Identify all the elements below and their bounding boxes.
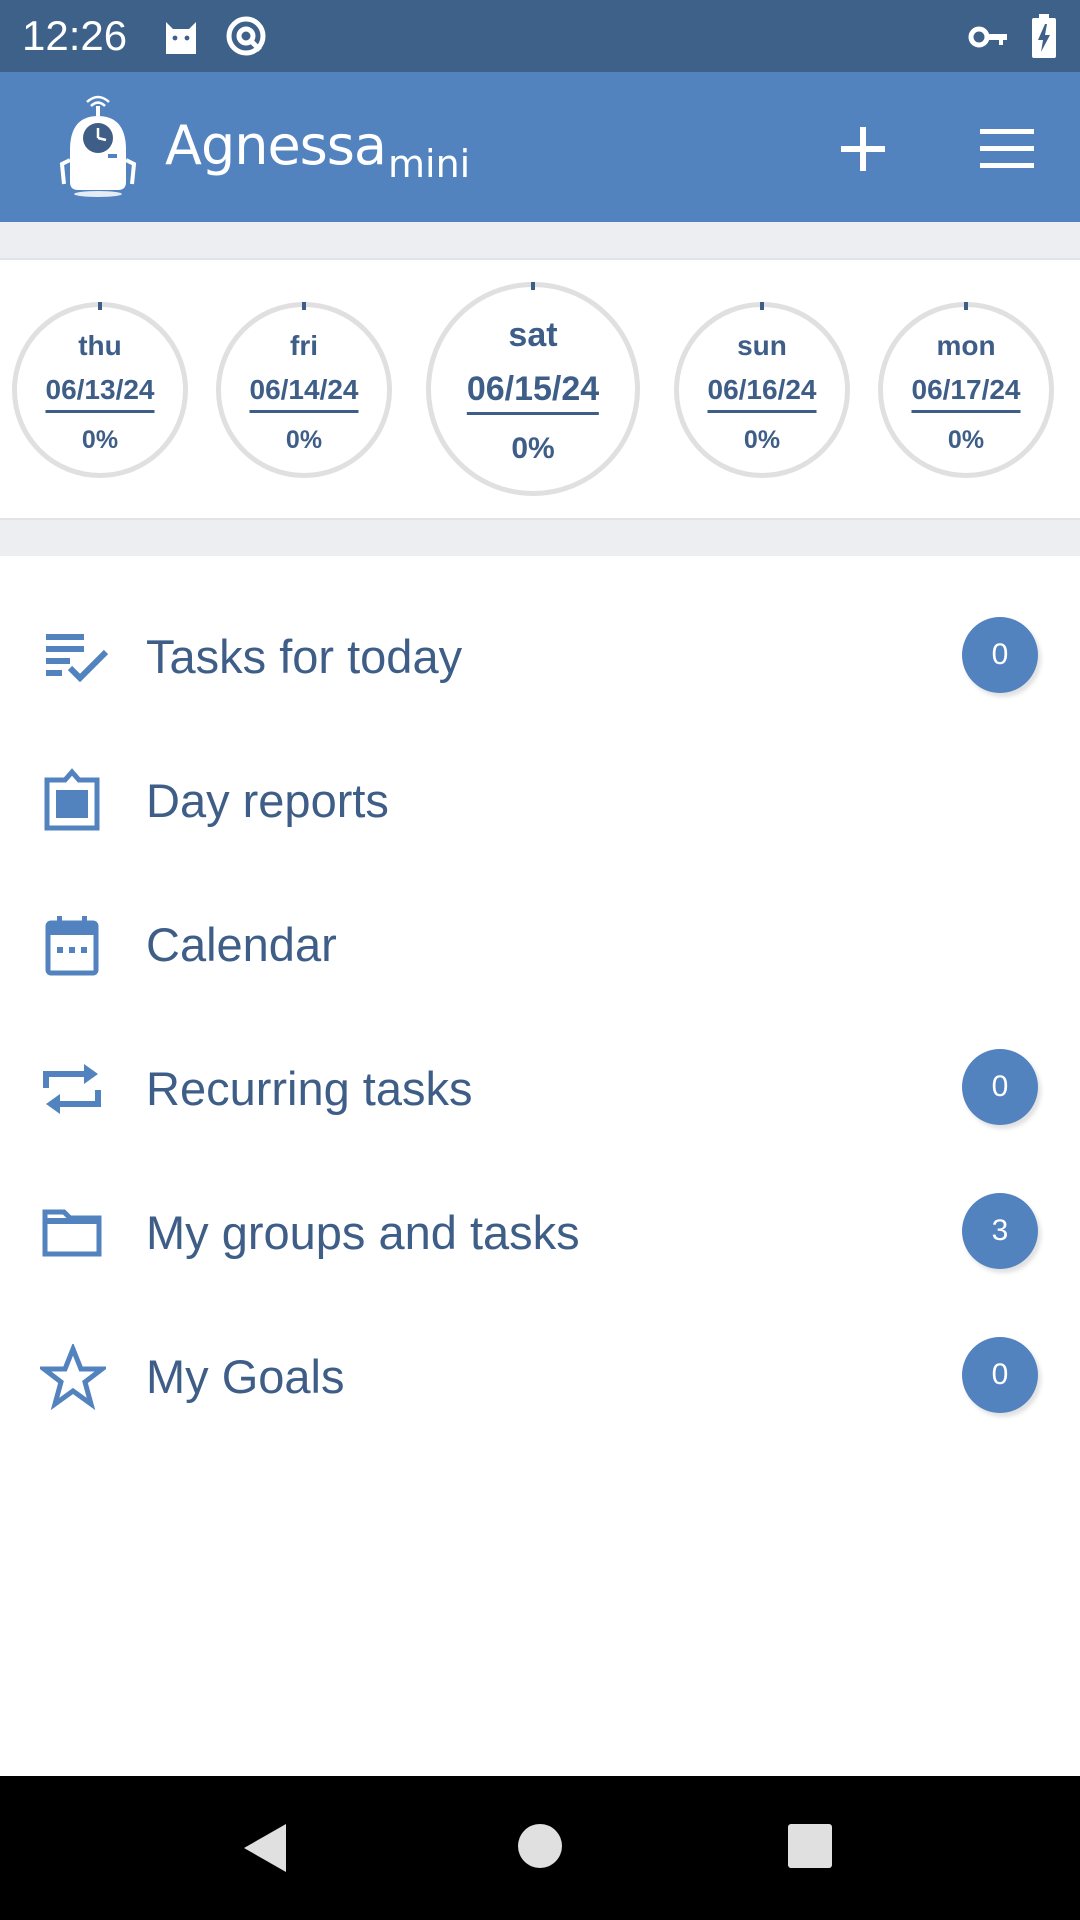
task-list-check-icon (46, 634, 109, 683)
count-badge: 0 (962, 1049, 1038, 1125)
menu-label: Recurring tasks (146, 1062, 473, 1115)
count-badge: 0 (962, 1337, 1038, 1413)
menu-label: Tasks for today (146, 630, 463, 683)
menu-item-tasks-for-today[interactable]: Tasks for today 0 (0, 592, 1080, 722)
day-percent: 0% (743, 426, 781, 454)
day-date: 06/13/24 (45, 373, 155, 413)
app-title-suffix: mini (388, 142, 471, 186)
day-name: mon (936, 330, 996, 361)
day-percent: 0% (81, 426, 119, 454)
day-thu[interactable]: thu 06/13/24 0% (12, 302, 188, 478)
progress-marker (760, 302, 764, 310)
day-name: thu (78, 330, 122, 361)
progress-marker (964, 302, 968, 310)
menu-label: Day reports (146, 774, 389, 827)
menu-item-my-goals[interactable]: My Goals 0 (0, 1312, 1080, 1442)
day-date: 06/15/24 (466, 369, 600, 415)
middle-separator (0, 520, 1080, 556)
home-circle-icon[interactable] (516, 1822, 564, 1870)
menu-item-day-reports[interactable]: Day reports (0, 736, 1080, 866)
day-name: fri (290, 330, 318, 361)
plus-icon[interactable] (838, 124, 888, 174)
day-mon[interactable]: mon 06/17/24 0% (878, 302, 1054, 478)
day-date: 06/14/24 (249, 373, 359, 413)
robot-logo-icon (59, 95, 137, 197)
status-time: 12:26 (22, 12, 128, 59)
star-outline-icon (40, 1344, 106, 1410)
count-badge: 0 (962, 617, 1038, 693)
day-percent: 0% (285, 426, 323, 454)
days-strip: thu 06/13/24 0% fri 06/14/24 0% sat 06/1… (0, 258, 1080, 520)
key-icon (968, 26, 1007, 48)
app-bar: Agnessa mini (0, 72, 1080, 222)
progress-marker (98, 302, 102, 310)
day-name: sun (737, 330, 787, 361)
top-separator (0, 222, 1080, 258)
back-triangle-icon[interactable] (240, 1820, 290, 1876)
app-title: Agnessa (165, 114, 387, 177)
day-percent: 0% (947, 426, 985, 454)
cat-notification-icon (166, 22, 196, 54)
menu-item-calendar[interactable]: Calendar (0, 880, 1080, 1010)
menu-label: My groups and tasks (146, 1206, 580, 1259)
progress-marker (531, 282, 535, 290)
menu-label: My Goals (146, 1350, 345, 1403)
menu-label: Calendar (146, 918, 337, 971)
day-name: sat (508, 316, 558, 354)
repeat-icon (43, 1064, 101, 1114)
clipboard-report-icon (44, 768, 100, 831)
recents-square-icon[interactable] (786, 1822, 834, 1870)
hamburger-menu-icon[interactable] (978, 128, 1036, 170)
at-sign-icon (226, 16, 266, 56)
progress-marker (302, 302, 306, 310)
status-bar: 12:26 (0, 0, 1080, 72)
navigation-bar (0, 1776, 1080, 1920)
day-sat[interactable]: sat 06/15/24 0% (426, 282, 640, 496)
day-fri[interactable]: fri 06/14/24 0% (216, 302, 392, 478)
day-percent: 0% (511, 432, 555, 465)
menu-item-my-groups-and-tasks[interactable]: My groups and tasks 3 (0, 1168, 1080, 1298)
day-date: 06/17/24 (911, 373, 1021, 413)
count-badge: 3 (962, 1193, 1038, 1269)
battery-charging-icon (1032, 14, 1056, 58)
calendar-icon (45, 916, 99, 976)
folder-icon (42, 1209, 102, 1257)
day-date: 06/16/24 (707, 373, 817, 413)
day-sun[interactable]: sun 06/16/24 0% (674, 302, 850, 478)
menu-item-recurring-tasks[interactable]: Recurring tasks 0 (0, 1024, 1080, 1154)
